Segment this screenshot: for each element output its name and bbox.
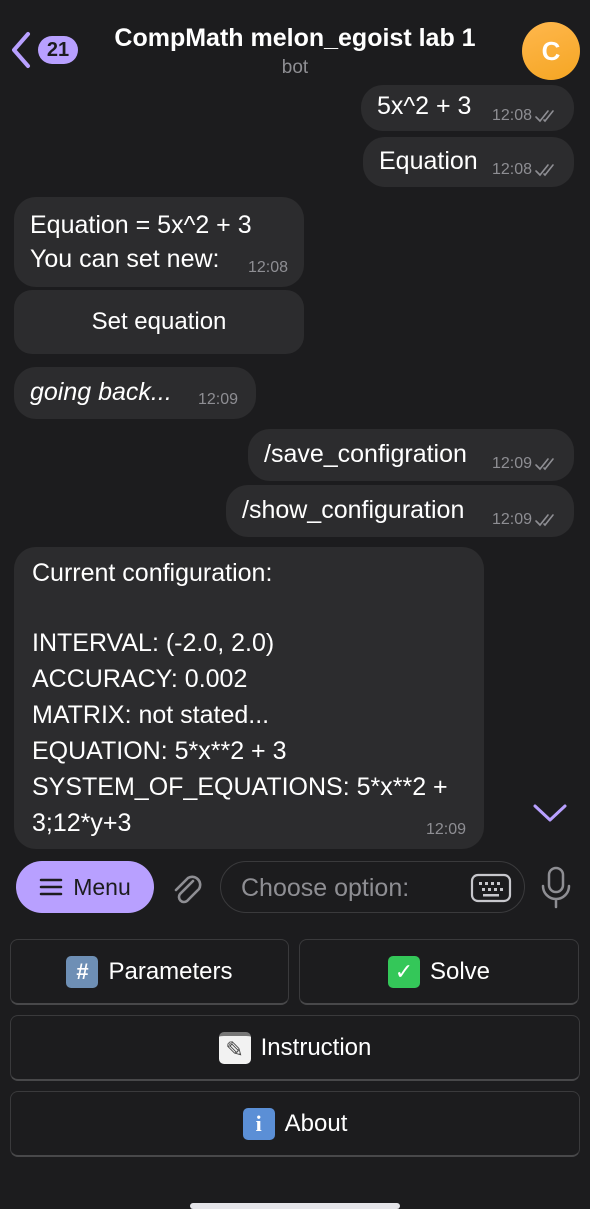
instruction-button[interactable]: ✎ Instruction [10,1015,580,1081]
message-meta: 12:08 [492,107,560,125]
keyboard-icon[interactable] [470,873,512,903]
message-time: 12:09 [491,511,532,528]
scroll-down-icon[interactable] [532,800,568,826]
about-label: About [284,1109,348,1137]
about-button[interactable]: i About [10,1091,580,1157]
microphone-icon[interactable] [540,864,572,910]
config-line: MATRIX: not stated... [32,701,270,729]
input-bar: Menu Choose option: [0,850,590,926]
outgoing-message[interactable]: /show_configuration 12:09 [226,485,574,537]
config-line: ACCURACY: 0.002 [32,665,248,693]
chat-subtitle: bot [281,57,309,78]
chat-title[interactable]: CompMath melon_egoist lab 1 [0,24,590,53]
solve-button[interactable]: ✓ Solve [299,939,579,1005]
info-icon: i [242,1107,275,1140]
message-time: 12:08 [491,161,532,178]
message-text: going back... [30,378,172,406]
message-input[interactable]: Choose option: [220,861,525,913]
outgoing-message[interactable]: Equation 12:08 [363,137,574,187]
message-text: /show_configuration [242,496,465,524]
message-time: 12:09 [197,391,238,408]
message-time: 12:08 [491,107,532,124]
hash-icon: # [66,955,99,988]
outgoing-message[interactable]: 5x^2 + 3 12:08 [361,85,574,131]
message-text-line: Equation = 5x^2 + 3 [30,211,252,239]
parameters-button[interactable]: # Parameters [10,939,289,1005]
outgoing-message[interactable]: /save_configration 12:09 [248,429,574,481]
menu-label: Menu [73,873,131,900]
double-check-icon [535,514,554,527]
config-line: 3;12*y+3 [32,809,132,837]
check-mark-icon: ✓ [387,955,420,988]
instruction-label: Instruction [260,1033,372,1061]
memo-icon: ✎ [218,1031,251,1064]
message-meta: 12:09 [492,511,560,529]
message-text: /save_configration [264,440,467,468]
double-check-icon [535,110,554,123]
message-meta: 12:09 [492,455,560,473]
hamburger-icon [39,878,63,896]
config-line: SYSTEM_OF_EQUATIONS: 5*x**2 + [32,773,448,801]
menu-button[interactable]: Menu [16,861,154,913]
solve-label: Solve [429,957,491,985]
message-text: Equation [379,147,478,175]
message-time: 12:09 [491,455,532,472]
message-text: 5x^2 + 3 [377,92,472,120]
config-line: Current configuration: [32,559,273,587]
avatar[interactable]: C [522,22,580,80]
message-meta: 12:08 [492,161,560,179]
incoming-message[interactable]: Equation = 5x^2 + 3 You can set new: 12:… [14,197,304,287]
parameters-label: Parameters [108,957,233,985]
message-time: 12:09 [425,821,466,838]
double-check-icon [535,164,554,177]
config-line: INTERVAL: (-2.0, 2.0) [32,629,275,657]
paperclip-icon[interactable] [168,867,204,907]
home-indicator [190,1203,400,1209]
incoming-message[interactable]: going back... 12:09 [14,367,256,419]
config-line: EQUATION: 5*x**2 + 3 [32,737,287,765]
chat-header: 21 CompMath melon_egoist lab 1 bot C [0,0,590,86]
message-text-line: You can set new: [30,245,220,273]
set-equation-button[interactable]: Set equation [14,290,304,354]
message-time: 12:08 [247,259,288,276]
input-placeholder: Choose option: [241,874,410,902]
double-check-icon [535,458,554,471]
configuration-message[interactable]: Current configuration: INTERVAL: (-2.0, … [14,547,484,849]
